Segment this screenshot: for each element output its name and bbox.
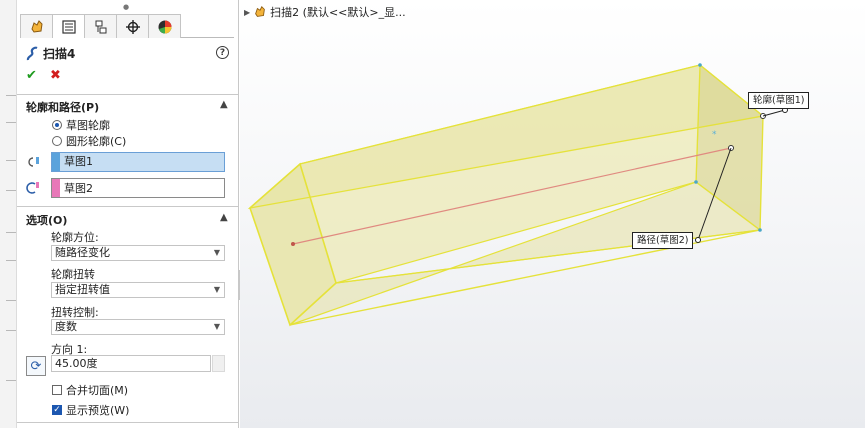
display-manager-tab[interactable] [148, 14, 181, 38]
sweep-feature-icon [26, 46, 38, 60]
radio-button[interactable] [52, 120, 62, 130]
path-start-point[interactable] [291, 242, 295, 246]
profile-callout[interactable]: 轮廓(草图1) [748, 92, 810, 109]
configuration-icon [95, 20, 106, 33]
edge-tick [6, 95, 16, 96]
feature-title: 扫描4 [25, 45, 75, 62]
feature-title-text: 扫描4 [43, 47, 76, 61]
path-color-swatch [52, 179, 60, 197]
chevron-up-icon[interactable]: ▲ [220, 212, 228, 223]
profile-selection-box[interactable]: 草图1 [51, 152, 225, 172]
path-icon [23, 178, 43, 198]
ok-button[interactable]: ✔ [26, 68, 37, 83]
feature-manager-tab[interactable] [20, 14, 53, 38]
divider [17, 422, 238, 423]
twist-value: 指定扭转值 [55, 283, 110, 296]
vertex-point [698, 63, 702, 67]
edge-tick [6, 122, 16, 123]
merge-tangent-label: 合并切面(M) [66, 384, 129, 397]
graphics-area[interactable]: ▶ 扫描2 (默认<<默认>_显... * 轮廓(草图1) 路径(草图2) [240, 0, 865, 428]
twist-dropdown[interactable]: 指定扭转值 ▼ [51, 282, 225, 298]
manager-tabs [20, 14, 234, 38]
chevron-down-icon: ▼ [213, 285, 220, 294]
path-selection-row: 草图2 [23, 178, 233, 198]
origin-marker: * [712, 130, 717, 140]
dimxpert-tab[interactable] [116, 14, 149, 38]
checkbox[interactable] [52, 385, 62, 395]
edge-tick [6, 380, 16, 381]
options-section-header[interactable]: 选项(O) [26, 212, 67, 228]
feature-tree-icon [30, 19, 43, 33]
radio-button[interactable] [52, 136, 62, 146]
edge-tick [6, 190, 16, 191]
edge-tick [6, 160, 16, 161]
twist-label: 轮廓扭转 [51, 268, 95, 281]
twist-control-value: 度数 [55, 320, 77, 333]
property-manager-panel: ● 扫描4 ? ✔ ✖ 轮廓和路径(P) ▲ 草图轮廓 圆形轮廓(C) 草图1 … [17, 0, 239, 428]
edge-tick [6, 300, 16, 301]
cancel-button[interactable]: ✖ [50, 68, 61, 83]
angle-spinner[interactable] [212, 355, 225, 372]
left-edge-strip [0, 0, 17, 428]
profile-icon [23, 152, 43, 172]
orientation-dropdown[interactable]: 随路径变化 ▼ [51, 245, 225, 261]
appearance-pie-icon [158, 20, 171, 33]
configuration-manager-tab[interactable] [84, 14, 117, 38]
edge-tick [6, 232, 16, 233]
edge-tick [6, 330, 16, 331]
path-selection-box[interactable]: 草图2 [51, 178, 225, 198]
help-icon[interactable]: ? [216, 46, 229, 59]
merge-tangent-checkbox[interactable]: 合并切面(M) [52, 382, 128, 398]
profile-value: 草图1 [60, 153, 224, 171]
divider [17, 206, 238, 207]
circular-profile-label: 圆形轮廓(C) [66, 135, 127, 148]
edge-tick [6, 260, 16, 261]
angle-input[interactable]: 45.00度 [51, 355, 211, 372]
sketch-profile-radio[interactable]: 草图轮廓 [52, 117, 110, 133]
property-sheet-icon [61, 19, 76, 34]
orientation-label: 轮廓方位: [51, 231, 99, 244]
callout-anchor [695, 237, 701, 243]
reverse-direction-icon[interactable]: ⟳ [26, 356, 46, 376]
chevron-up-icon[interactable]: ▲ [220, 99, 228, 110]
twist-control-dropdown[interactable]: 度数 ▼ [51, 319, 225, 335]
property-manager-tab[interactable] [52, 14, 85, 38]
chevron-down-icon: ▼ [213, 248, 220, 257]
vertex-point [694, 180, 698, 184]
vertex-point [758, 228, 762, 232]
profile-selection-row: 草图1 [23, 152, 233, 172]
profile-color-swatch [52, 153, 60, 171]
crosshair-icon [125, 19, 140, 34]
show-preview-checkbox[interactable]: ✓ 显示预览(W) [52, 402, 129, 418]
profile-path-section-header[interactable]: 轮廓和路径(P) [26, 99, 99, 115]
panel-grip-icon[interactable]: ● [123, 3, 129, 11]
chevron-down-icon: ▼ [213, 322, 220, 331]
circular-profile-radio[interactable]: 圆形轮廓(C) [52, 133, 126, 149]
orientation-value: 随路径变化 [55, 246, 110, 259]
path-value: 草图2 [64, 182, 93, 195]
checkbox[interactable]: ✓ [52, 405, 62, 415]
show-preview-label: 显示预览(W) [66, 404, 130, 417]
sketch-profile-label: 草图轮廓 [66, 119, 110, 132]
profile-callout-leader [762, 109, 786, 117]
twist-control-label: 扭转控制: [51, 306, 99, 319]
path-callout[interactable]: 路径(草图2) [632, 232, 694, 249]
sweep-preview-scene[interactable]: * [240, 0, 865, 428]
divider [17, 94, 238, 95]
preview-side-face [299, 64, 701, 284]
